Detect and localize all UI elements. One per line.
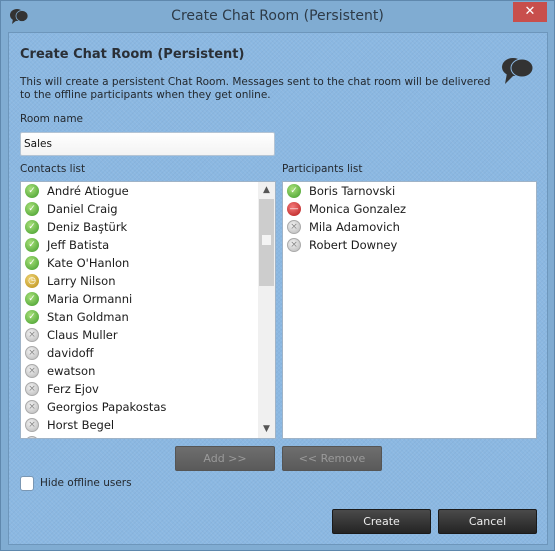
window-title: Create Chat Room (Persistent) (171, 8, 384, 24)
status-offline-icon: × (25, 382, 39, 396)
chat-bubbles-icon (502, 58, 534, 84)
status-offline-icon: × (25, 436, 39, 438)
contact-name: Stan Goldman (47, 310, 129, 324)
status-offline-icon: × (25, 400, 39, 414)
status-online-icon: ✓ (287, 184, 301, 198)
status-online-icon: ✓ (25, 220, 39, 234)
list-item[interactable]: ✓ Deniz Baştürk (21, 218, 275, 236)
contacts-list[interactable]: ✓ André Atiogue ✓ Daniel Craig ✓ Deniz Baştür… (20, 181, 276, 439)
contact-name: Monica Gonzalez (309, 202, 407, 216)
dialog-description: This will create a persistent Chat Room.… (20, 76, 491, 101)
contact-name: André Atiogue (47, 184, 129, 198)
hide-offline-label: Hide offline users (40, 477, 132, 489)
status-offline-icon: × (287, 220, 301, 234)
status-online-icon: ✓ (25, 310, 39, 324)
status-offline-icon: × (287, 238, 301, 252)
list-item[interactable]: × Robert Downey (283, 236, 536, 254)
list-item[interactable]: × Ferz Ejov (21, 380, 275, 398)
contacts-list-label: Contacts list (20, 163, 86, 175)
close-button[interactable]: ✕ (513, 2, 547, 22)
contact-name: Boris Tarnovski (309, 184, 396, 198)
contact-name: Daniel Craig (47, 202, 118, 216)
contact-name: Georgios Papakostas (47, 400, 167, 414)
contact-name: Claus Muller (47, 328, 118, 342)
dialog-body: Create Chat Room (Persistent) This will … (8, 32, 548, 545)
contact-name: Robert Downey (309, 238, 398, 252)
status-online-icon: ✓ (25, 238, 39, 252)
dialog-heading: Create Chat Room (Persistent) (20, 47, 245, 62)
list-item[interactable]: ✓ Boris Tarnovski (283, 182, 536, 200)
list-item[interactable]: × Claus Muller (21, 326, 275, 344)
scroll-grip (262, 235, 271, 245)
participants-list[interactable]: ✓ Boris Tarnovski — Monica Gonzalez × Mila Ad… (282, 181, 537, 439)
status-away-icon: ◷ (25, 274, 39, 288)
contact-name: Maria Ormanni (47, 292, 133, 306)
status-online-icon: ✓ (25, 202, 39, 216)
create-chat-room-dialog: Create Chat Room (Persistent) ✕ Create C… (0, 0, 555, 551)
contact-name: Jeff Batista (47, 238, 110, 252)
status-online-icon: ✓ (25, 256, 39, 270)
create-button[interactable]: Create (332, 509, 431, 534)
contact-name: davidoff (47, 346, 94, 360)
contact-name: Deniz Baştürk (47, 220, 128, 234)
status-offline-icon: × (25, 418, 39, 432)
list-item[interactable]: ✓ Stan Goldman (21, 308, 275, 326)
status-online-icon: ✓ (25, 184, 39, 198)
list-item[interactable]: ✓ André Atiogue (21, 182, 275, 200)
list-item[interactable]: × ewatson (21, 362, 275, 380)
add-button[interactable]: Add >> (175, 446, 275, 471)
room-name-label: Room name (20, 113, 84, 125)
room-name-input[interactable] (20, 132, 275, 156)
contact-name: Larry Nilson (47, 274, 116, 288)
contact-name: Kate O'Hanlon (47, 256, 130, 270)
participants-list-label: Participants list (282, 163, 363, 175)
status-offline-icon: × (25, 328, 39, 342)
contact-name: Mila Adamovich (309, 220, 400, 234)
contact-name: Horst Begel (47, 418, 115, 432)
status-offline-icon: × (25, 346, 39, 360)
list-item[interactable]: ✓ Jeff Batista (21, 236, 275, 254)
list-item[interactable]: × (21, 434, 275, 438)
list-item[interactable]: — Monica Gonzalez (283, 200, 536, 218)
scroll-thumb[interactable] (259, 199, 274, 286)
hide-offline-checkbox[interactable] (20, 476, 34, 491)
list-item[interactable]: × Mila Adamovich (283, 218, 536, 236)
list-item[interactable]: ✓ Maria Ormanni (21, 290, 275, 308)
contacts-scrollbar[interactable]: ▲ ▼ (258, 182, 275, 438)
cancel-button[interactable]: Cancel (438, 509, 537, 534)
list-item[interactable]: ✓ Daniel Craig (21, 200, 275, 218)
list-item[interactable]: × Horst Begel (21, 416, 275, 434)
participants-items: ✓ Boris Tarnovski — Monica Gonzalez × Mila Ad… (283, 182, 536, 254)
list-item[interactable]: × davidoff (21, 344, 275, 362)
scroll-down-arrow-icon[interactable]: ▼ (258, 421, 275, 438)
contact-name: ewatson (47, 364, 96, 378)
list-item[interactable]: × Georgios Papakostas (21, 398, 275, 416)
remove-button[interactable]: << Remove (282, 446, 382, 471)
contact-name: Ferz Ejov (47, 382, 99, 396)
status-busy-icon: — (287, 202, 301, 216)
scroll-up-arrow-icon[interactable]: ▲ (258, 182, 275, 199)
list-item[interactable]: ◷ Larry Nilson (21, 272, 275, 290)
contacts-items: ✓ André Atiogue ✓ Daniel Craig ✓ Deniz Baştür… (21, 182, 275, 438)
status-online-icon: ✓ (25, 292, 39, 306)
title-bar: Create Chat Room (Persistent) ✕ (1, 1, 554, 32)
list-item[interactable]: ✓ Kate O'Hanlon (21, 254, 275, 272)
status-offline-icon: × (25, 364, 39, 378)
